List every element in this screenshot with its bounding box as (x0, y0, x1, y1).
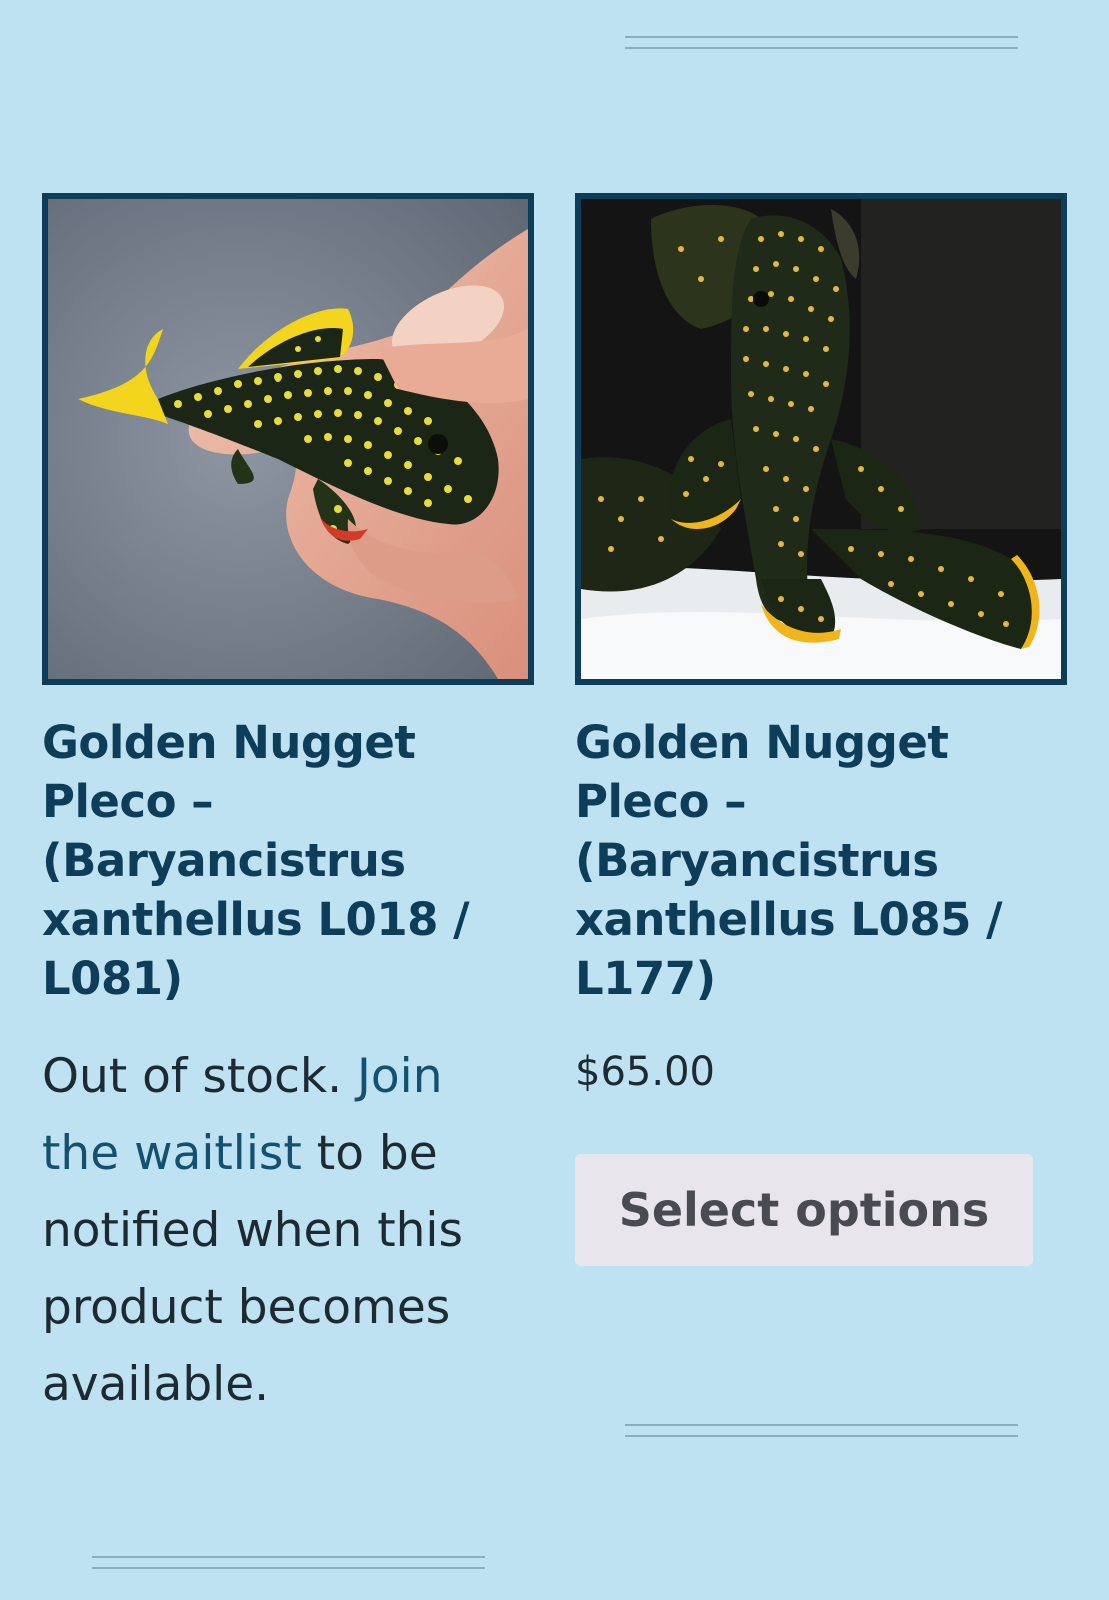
fish-in-tank-image (581, 199, 1061, 679)
product-image-2[interactable] (575, 193, 1067, 685)
stock-status: Out of stock. Join the waitlist to be no… (42, 1038, 522, 1423)
product-card-2: Golden Nugget Pleco – (Baryancistrus xan… (575, 193, 1067, 1266)
fish-in-hand-image (48, 199, 528, 679)
select-options-button[interactable]: Select options (575, 1154, 1033, 1266)
stock-prefix: Out of stock. (42, 1049, 343, 1104)
product-card-1: Golden Nugget Pleco – (Baryancistrus xan… (42, 193, 534, 1423)
section-divider-bottom (92, 1556, 485, 1569)
section-divider-middle (625, 1424, 1018, 1437)
section-divider-top (625, 36, 1018, 49)
product-image-1[interactable] (42, 193, 534, 685)
product-title[interactable]: Golden Nugget Pleco – (Baryancistrus xan… (42, 713, 534, 1008)
product-title[interactable]: Golden Nugget Pleco – (Baryancistrus xan… (575, 713, 1067, 1008)
product-price: $65.00 (575, 1049, 715, 1095)
